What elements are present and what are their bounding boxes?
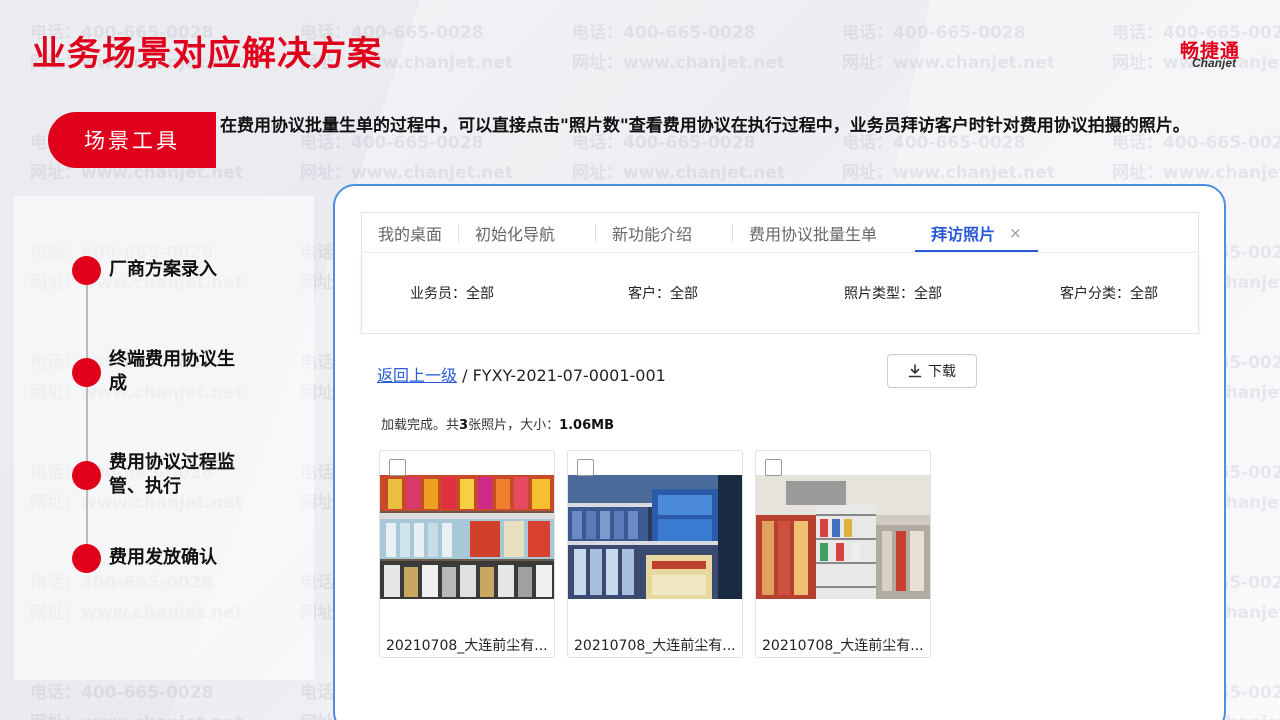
tab-batch-order[interactable]: 费用协议批量生单 [733, 213, 893, 253]
watermark-phone: 电话：400-665-0028 [572, 23, 756, 43]
photo-card[interactable]: 20210708_大连前尘有... [755, 450, 931, 658]
photo-card[interactable]: 20210708_大连前尘有... [567, 450, 743, 658]
filter-photo-type[interactable]: 照片类型：全部 [844, 283, 942, 303]
filter-customer[interactable]: 客户：全部 [628, 283, 698, 303]
photo-size: 1.06MB [559, 418, 614, 433]
timeline-step-label: 终端费用协议生成 [109, 349, 235, 394]
timeline-step: 厂商方案录入 [72, 256, 259, 285]
load-status: 加载完成。共3张照片，大小：1.06MB [381, 414, 614, 433]
close-icon[interactable]: × [1009, 224, 1022, 242]
photo-checkbox[interactable] [577, 459, 594, 476]
timeline-step-label: 费用发放确认 [109, 547, 217, 568]
app-window: 我的桌面 初始化导航 新功能介绍 费用协议批量生单 拜访照片 × 业务员：全部 … [333, 184, 1226, 720]
photo-count: 3 [459, 418, 469, 433]
photo-card[interactable]: 20210708_大连前尘有... [379, 450, 555, 658]
tab-new-features[interactable]: 新功能介绍 [596, 213, 708, 253]
brand-logo-en: Chanjet [1191, 56, 1236, 70]
photo-caption: 20210708_大连前尘有... [386, 638, 548, 654]
timeline-step-label: 厂商方案录入 [109, 259, 217, 280]
timeline-dot [72, 461, 101, 490]
filter-salesperson[interactable]: 业务员：全部 [410, 283, 494, 303]
brand-logo: 畅捷通 Chanjet [1148, 36, 1240, 76]
timeline-step: 终端费用协议生成 [72, 348, 249, 396]
tab-my-desktop[interactable]: 我的桌面 [362, 213, 458, 253]
timeline-step: 费用协议过程监管、执行 [72, 451, 249, 499]
download-label: 下载 [928, 364, 956, 380]
load-status-middle: 张照片，大小： [468, 418, 560, 433]
timeline-dot [72, 256, 101, 285]
photo-checkbox[interactable] [765, 459, 782, 476]
watermark-site: 网址：www.chanjet.net [572, 163, 785, 183]
scene-tag: 场景工具 [48, 112, 216, 168]
photo-thumbnail[interactable] [756, 475, 930, 599]
back-link[interactable]: 返回上一级 [377, 366, 457, 385]
photo-thumbnail[interactable] [568, 475, 742, 599]
filter-bar: 业务员：全部 客户：全部 照片类型：全部 客户分类：全部 [361, 252, 1199, 334]
load-status-prefix: 加载完成。共 [381, 418, 460, 433]
tab-visit-photos[interactable]: 拜访照片 × [915, 213, 1038, 253]
tab-visit-photos-label: 拜访照片 [931, 224, 996, 244]
timeline-line [86, 268, 88, 558]
download-icon [908, 364, 922, 378]
filter-customer-category[interactable]: 客户分类：全部 [1060, 283, 1158, 303]
breadcrumb-separator: / [462, 366, 468, 385]
photo-checkbox[interactable] [389, 459, 406, 476]
photo-thumbnail[interactable] [380, 475, 554, 599]
timeline-step: 费用发放确认 [72, 544, 259, 573]
download-button[interactable]: 下载 [887, 354, 977, 388]
scene-description: 在费用协议批量生单的过程中，可以直接点击"照片数"查看费用协议在执行过程中，业务… [220, 116, 1190, 136]
tab-init-guide[interactable]: 初始化导航 [459, 213, 571, 253]
watermark-site: 网址：www.chanjet.net [572, 53, 785, 73]
timeline-dot [72, 544, 101, 573]
tab-bar: 我的桌面 初始化导航 新功能介绍 费用协议批量生单 拜访照片 × [361, 212, 1199, 253]
photo-caption: 20210708_大连前尘有... [574, 638, 736, 654]
timeline-step-label: 费用协议过程监管、执行 [109, 452, 235, 497]
photo-content: 返回上一级 / FYXY-2021-07-0001-001 下载 加载完成。共3… [361, 334, 1199, 720]
slide-title: 业务场景对应解决方案 [32, 34, 382, 74]
photo-caption: 20210708_大连前尘有... [762, 638, 924, 654]
timeline-dot [72, 358, 101, 387]
breadcrumb-current: FYXY-2021-07-0001-001 [472, 366, 666, 385]
breadcrumb: 返回上一级 / FYXY-2021-07-0001-001 [377, 362, 666, 386]
